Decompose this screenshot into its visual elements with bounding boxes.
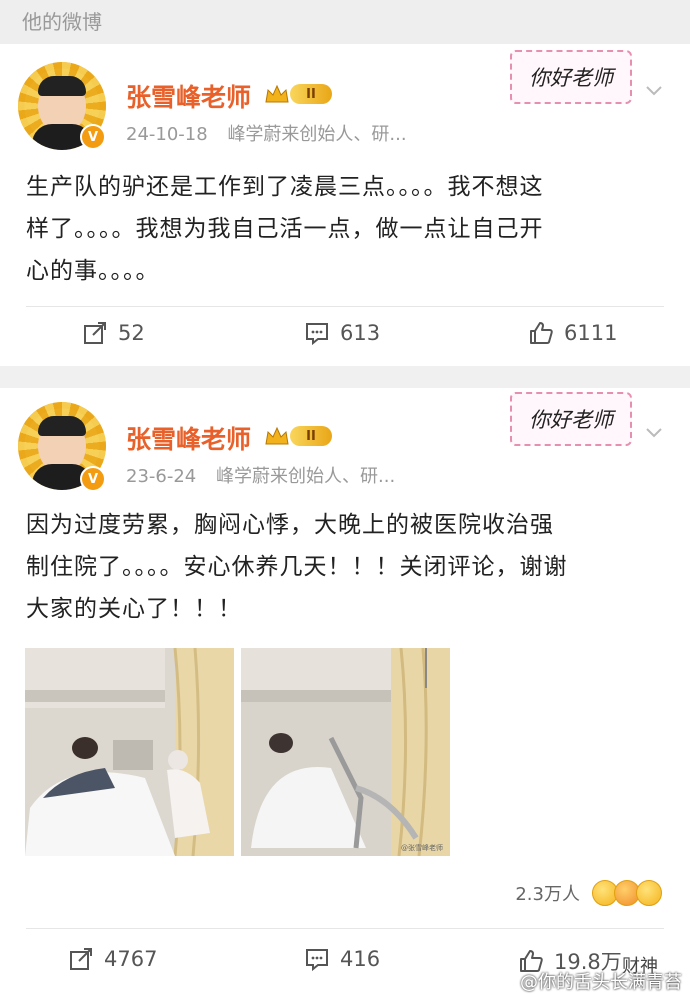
author-name[interactable]: 张雪峰老师 (126, 78, 251, 114)
section-title: 他的微博 (22, 10, 102, 34)
repost-icon (70, 948, 92, 970)
sticker-badge: 你好老师 (510, 392, 632, 446)
reaction-count: 2.3万人 (515, 884, 580, 905)
sticker-badge: 你好老师 (510, 50, 632, 104)
crown-icon (265, 426, 289, 445)
watermark-text: @你的舌头长满青苔 (520, 972, 682, 993)
comment-icon (306, 949, 328, 972)
repost-count: 52 (118, 321, 145, 345)
post-source: 峰学蔚来创始人、研... (227, 124, 407, 145)
chevron-down-icon[interactable] (644, 80, 664, 100)
post-text[interactable]: 因为过度劳累，胸闷心悸，大晚上的被医院收治强 制住院了。。。。安心休养几天！！！… (26, 504, 666, 630)
post-date: 23-6-24 (126, 466, 197, 487)
vip-level-badge: II (290, 426, 332, 446)
divider (26, 928, 664, 929)
post-photo[interactable]: @张雪峰老师 (241, 648, 450, 856)
author-name[interactable]: 张雪峰老师 (126, 420, 251, 456)
post-text-line: 生产队的驴还是工作到了凌晨三点。。。。我不想这 (26, 174, 544, 200)
repost-button[interactable]: 52 (82, 320, 145, 346)
post-date: 24-10-18 (126, 124, 208, 145)
comment-icon (306, 323, 328, 346)
comment-button[interactable]: 613 (304, 320, 380, 346)
post-text[interactable]: 生产队的驴还是工作到了凌晨三点。。。。我不想这 样了。。。。我想为我自己活一点，… (26, 166, 666, 292)
divider (26, 306, 664, 307)
blush-emoji-icon (636, 880, 662, 906)
post-meta: 24-10-18 峰学蔚来创始人、研... (126, 120, 407, 146)
comment-button[interactable]: 416 (304, 946, 380, 972)
comment-count: 416 (340, 947, 381, 971)
crown-icon (265, 84, 289, 103)
photo-watermark: @张雪峰老师 (401, 843, 443, 852)
post-photo[interactable] (25, 648, 234, 856)
chevron-down-icon[interactable] (644, 422, 664, 442)
post-text-line: 因为过度劳累，胸闷心悸，大晚上的被医院收治强 (26, 512, 554, 538)
post-card[interactable]: V 张雪峰老师 II 24-10-18 峰学蔚来创始人、研... 你好老师 生产… (0, 44, 690, 366)
repost-icon (84, 322, 106, 344)
vip-level-badge: II (290, 84, 332, 104)
post-text-line: 样了。。。。我想为我自己活一点，做一点让自己开 (26, 216, 544, 242)
verified-badge-icon: V (80, 466, 106, 492)
hospital-photo-1 (25, 648, 234, 856)
hospital-photo-2: @张雪峰老师 (241, 648, 450, 856)
like-button[interactable]: 6111 (528, 320, 617, 346)
repost-count: 4767 (104, 947, 158, 971)
thumbs-up-icon (530, 322, 553, 344)
post-text-line: 大家的关心了！！！ (26, 596, 242, 622)
section-header: 他的微博 (0, 0, 690, 44)
post-meta: 23-6-24 峰学蔚来创始人、研... (126, 462, 395, 488)
like-count: 6111 (564, 321, 618, 345)
post-text-line: 心的事。。。。 (26, 258, 160, 284)
repost-button[interactable]: 4767 (68, 946, 157, 972)
post-source: 峰学蔚来创始人、研... (216, 466, 396, 487)
verified-badge-icon: V (80, 124, 106, 150)
comment-count: 613 (340, 321, 381, 345)
post-text-line: 制住院了。。。。安心休养几天！！！关闭评论，谢谢 (26, 554, 568, 580)
